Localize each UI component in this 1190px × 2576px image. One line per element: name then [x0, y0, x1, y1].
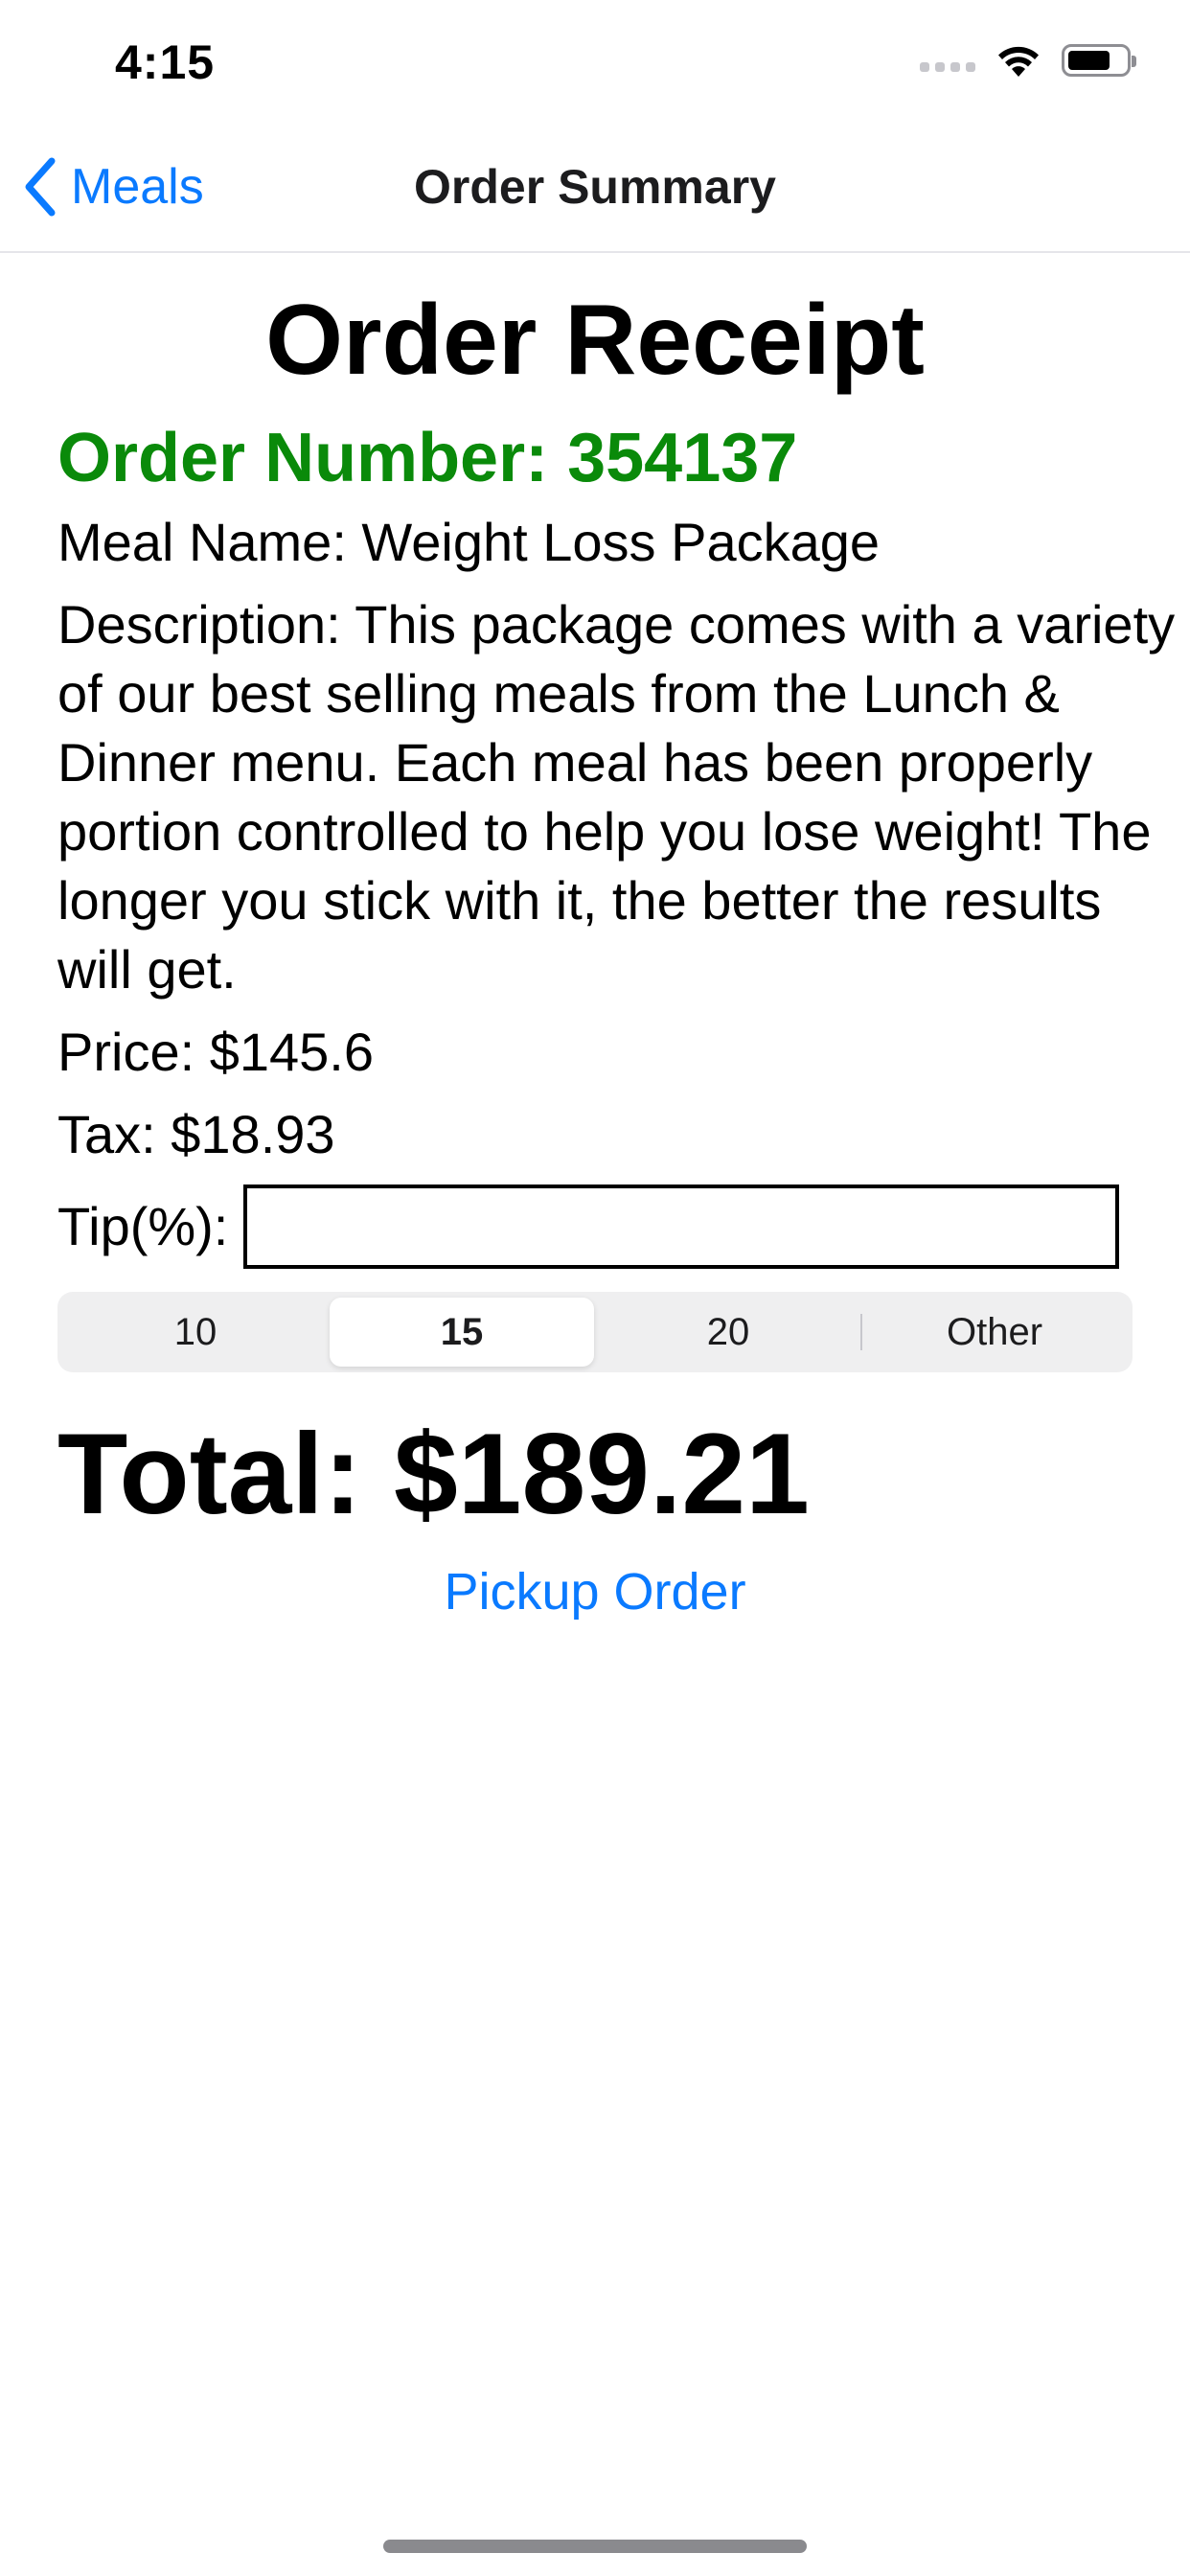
- tip-option-20[interactable]: 20: [596, 1298, 860, 1367]
- meal-name: Meal Name: Weight Loss Package: [57, 512, 881, 572]
- receipt-title: Order Receipt: [265, 285, 925, 396]
- tax: Tax: $18.93: [57, 1104, 335, 1164]
- navigation-bar: Meals Order Summary: [0, 126, 1190, 253]
- tip-label: Tip(%):: [57, 1196, 229, 1256]
- home-indicator: [383, 2540, 807, 2553]
- tip-option-10[interactable]: 10: [63, 1298, 328, 1367]
- status-time: 4:15: [115, 35, 216, 89]
- pickup-order-button[interactable]: Pickup Order: [57, 1562, 1133, 1622]
- cellular-dots-icon: [920, 62, 975, 72]
- wifi-icon: [998, 46, 1039, 77]
- status-icons: [920, 42, 1136, 79]
- tip-input[interactable]: [243, 1184, 1120, 1269]
- price: Price: $145.6: [57, 1022, 374, 1082]
- order-total: Total: $189.21: [57, 1410, 810, 1538]
- nav-title: Order Summary: [414, 160, 776, 214]
- tip-option-15[interactable]: 15: [330, 1298, 594, 1367]
- meal-description: Description: This package comes with a v…: [57, 594, 1176, 1000]
- tip-segmented-control: 10 15 20 Other: [57, 1292, 1133, 1372]
- battery-icon: [1062, 44, 1136, 77]
- status-bar: 4:15: [0, 0, 1190, 126]
- receipt-content: Order Receipt Order Number: 354137 Meal …: [57, 278, 1190, 1622]
- tip-option-other[interactable]: Other: [862, 1298, 1127, 1367]
- order-number: Order Number: 354137: [57, 420, 798, 496]
- tip-row: Tip(%):: [57, 1184, 1190, 1269]
